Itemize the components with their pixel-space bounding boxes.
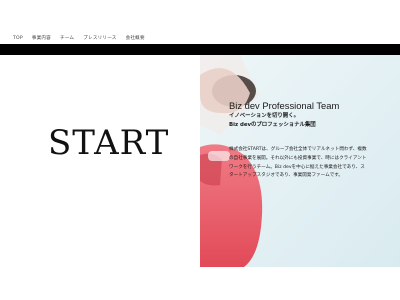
team-intro: Biz dev Professional Team イノベーションを切り開く。 … [229, 100, 394, 181]
top-nav: TOP 事業内容 チーム プレスリリース 会社概要 [0, 32, 400, 44]
nav-item-top[interactable]: TOP [13, 36, 23, 41]
team-subtitle-line-1: イノベーションを切り開く。 [229, 113, 299, 119]
team-title: Biz dev Professional Team [229, 100, 340, 111]
nav-item-business[interactable]: 事業内容 [32, 35, 51, 41]
team-description: 株式会社STARTは、グループ会社全体でリアルネット問わず、複数の自社事業を展開… [229, 147, 367, 179]
start-logo: START [48, 123, 170, 163]
nav-item-company[interactable]: 会社概要 [126, 35, 145, 41]
nav-item-press[interactable]: プレスリリース [83, 35, 116, 41]
header-divider-bar [0, 44, 400, 55]
nav-item-team[interactable]: チーム [60, 35, 74, 41]
team-subtitle-line-2: Biz devのプロフェッショナル集団 [229, 122, 316, 128]
